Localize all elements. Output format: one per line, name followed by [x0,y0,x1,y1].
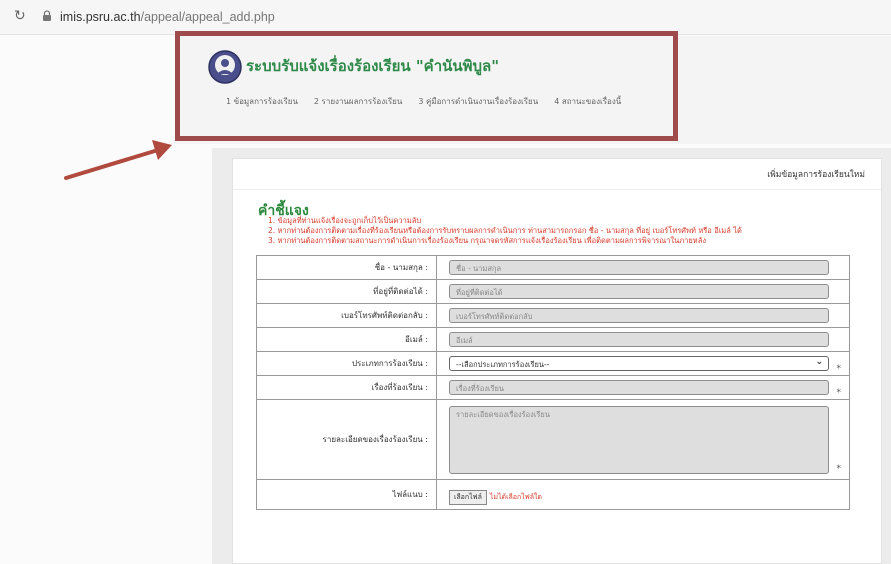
form-row-email: อีเมล์ : อีเมล์ [256,327,850,352]
browser-address-bar: ↻ imis.psru.ac.th/appeal/appeal_add.php [0,0,891,35]
field-label: ที่อยู่ที่ติดต่อได้ : [256,279,437,304]
url-field[interactable]: imis.psru.ac.th/appeal/appeal_add.php [60,10,275,24]
form-row-attachment: ไฟล์แนบ : เลือกไฟล์ ไม่ได้เลือกไฟล์ใด [256,479,850,510]
required-mark: * [836,464,842,474]
address-input[interactable]: ที่อยู่ที่ติดต่อได้ [449,284,829,299]
complaint-form: ชื่อ - นามสกุล : ชื่อ - นามสกุล ที่อยู่ท… [256,255,850,510]
annotation-highlight-box [175,31,678,141]
card-title: เพิ่มข้อมูลการร้องเรียนใหม่ [767,170,865,180]
field-label: ชื่อ - นามสกุล : [256,255,437,280]
field-label: เรื่องที่ร้องเรียน : [256,375,437,400]
category-select[interactable]: --เลือกประเภทการร้องเรียน-- ⌄ [449,356,829,371]
category-select-value: --เลือกประเภทการร้องเรียน-- [456,360,550,369]
email-input[interactable]: อีเมล์ [449,332,829,347]
card-header: เพิ่มข้อมูลการร้องเรียนใหม่ [233,159,881,190]
file-status-text: ไม่ได้เลือกไฟล์ใด [489,493,542,501]
subject-input[interactable]: เรื่องที่ร้องเรียน [449,380,829,395]
field-label: ไฟล์แนบ : [256,479,437,510]
chevron-down-icon: ⌄ [815,357,823,367]
details-textarea[interactable]: รายละเอียดของเรื่องร้องเรียน [449,405,829,474]
reload-icon[interactable]: ↻ [14,8,26,24]
choose-file-button[interactable]: เลือกไฟล์ [449,490,487,505]
form-row-category: ประเภทการร้องเรียน : --เลือกประเภทการร้อ… [256,351,850,376]
phone-input[interactable]: เบอร์โทรศัพท์ติดต่อกลับ [449,308,829,323]
name-input[interactable]: ชื่อ - นามสกุล [449,260,829,275]
required-mark: * [836,364,842,374]
form-row-phone: เบอร์โทรศัพท์ติดต่อกลับ : เบอร์โทรศัพท์ต… [256,303,850,328]
form-row-address: ที่อยู่ที่ติดต่อได้ : ที่อยู่ที่ติดต่อได… [256,279,850,304]
form-row-name: ชื่อ - นามสกุล : ชื่อ - นามสกุล [256,255,850,280]
annotation-arrow-icon [64,140,172,180]
field-label: ประเภทการร้องเรียน : [256,351,437,376]
form-row-details: รายละเอียดของเรื่องร้องเรียน : รายละเอีย… [256,399,850,480]
field-label: รายละเอียดของเรื่องร้องเรียน : [256,399,437,480]
field-label: เบอร์โทรศัพท์ติดต่อกลับ : [256,303,437,328]
required-mark: * [836,388,842,398]
field-label: อีเมล์ : [256,327,437,352]
note-item: 3. หากท่านต้องการติดตามสถานะการดำเนินการ… [268,236,707,245]
lock-icon[interactable] [40,9,54,23]
form-row-subject: เรื่องที่ร้องเรียน : เรื่องที่ร้องเรียน … [256,375,850,400]
